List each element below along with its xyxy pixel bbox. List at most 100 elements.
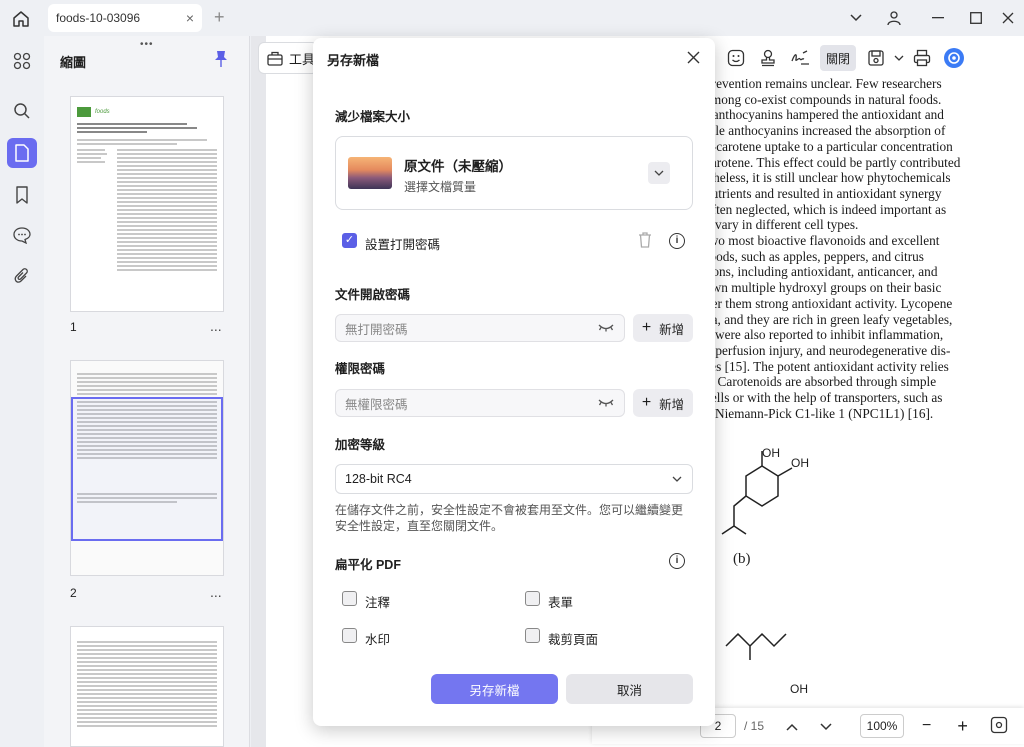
print-icon[interactable] bbox=[906, 42, 938, 74]
top-toolbar: 關閉 bbox=[720, 42, 970, 74]
thumbnails-page-icon[interactable] bbox=[7, 138, 37, 168]
eye-hidden-icon[interactable] bbox=[598, 396, 614, 410]
zoom-out-button[interactable]: − bbox=[922, 717, 931, 735]
page-thumbnail-3[interactable] bbox=[70, 626, 224, 747]
add-permission-password-button[interactable]: + 新增 bbox=[633, 389, 693, 417]
chevron-down-icon[interactable] bbox=[648, 162, 670, 184]
signature-icon[interactable] bbox=[784, 42, 816, 74]
title-bar: foods-10-03096 × + bbox=[0, 0, 1024, 36]
flatten-annotations-checkbox[interactable] bbox=[342, 591, 357, 606]
stamp-icon[interactable] bbox=[752, 42, 784, 74]
tab-title: foods-10-03096 bbox=[56, 11, 141, 25]
dialog-close-icon[interactable] bbox=[687, 48, 700, 69]
panel-grip-handle[interactable]: ••• bbox=[140, 39, 154, 50]
tools-button[interactable]: 工具 bbox=[258, 42, 318, 74]
compression-option-subtitle: 選擇文檔質量 bbox=[404, 180, 477, 194]
home-icon[interactable] bbox=[10, 8, 32, 30]
comment-icon[interactable] bbox=[7, 220, 37, 250]
document-text-line: tions, including antioxidant, anticancer… bbox=[705, 264, 938, 280]
page-thumbnail-1[interactable]: foods bbox=[70, 96, 224, 312]
flatten-watermark-checkbox[interactable] bbox=[342, 628, 357, 643]
page-2-more-button[interactable]: ... bbox=[210, 584, 222, 600]
page-number-1: 1 bbox=[70, 320, 77, 334]
flatten-forms-checkbox[interactable] bbox=[525, 591, 540, 606]
close-window-icon[interactable] bbox=[996, 6, 1020, 30]
flatten-crop-pages-label: 裁剪頁面 bbox=[548, 633, 599, 647]
close-document-button[interactable]: 關閉 bbox=[820, 45, 856, 71]
compression-option-card[interactable]: 原文件（未壓縮） 選擇文檔質量 bbox=[335, 136, 693, 210]
reduce-size-label: 減少檔案大小 bbox=[335, 110, 411, 124]
document-text-line: der them strong antioxidant activity. Ly… bbox=[705, 295, 953, 311]
document-text-line: reperfusion injury, and neurodegenerativ… bbox=[705, 342, 951, 358]
flatten-info-icon[interactable]: i bbox=[669, 553, 685, 569]
document-text-line: y vary in different cell types. bbox=[705, 217, 859, 233]
toolbox-icon bbox=[267, 51, 283, 66]
maximize-icon[interactable] bbox=[964, 6, 988, 30]
set-password-label: 設置打開密碼 bbox=[365, 238, 441, 252]
attachment-icon[interactable] bbox=[7, 262, 37, 292]
eye-hidden-icon[interactable] bbox=[598, 321, 614, 335]
add-label: 新增 bbox=[659, 322, 685, 337]
permission-password-label: 權限密碼 bbox=[335, 362, 386, 376]
previous-page-icon[interactable] bbox=[786, 719, 798, 734]
document-text-line: e. Carotenoids are absorbed through simp… bbox=[705, 374, 937, 390]
user-account-icon[interactable] bbox=[882, 6, 906, 30]
document-text-line: among co-exist compounds in natural food… bbox=[705, 91, 942, 107]
save-as-button[interactable]: 另存新檔 bbox=[431, 674, 558, 704]
document-text-line: two most bioactive flavonoids and excell… bbox=[705, 233, 940, 249]
document-text-line: y were also reported to inhibit inflamma… bbox=[705, 327, 944, 343]
search-icon[interactable] bbox=[7, 96, 37, 126]
document-text-line: na, and they are rich in green leafy veg… bbox=[705, 311, 953, 327]
ai-assistant-icon[interactable] bbox=[938, 42, 970, 74]
zoom-in-button[interactable]: + bbox=[957, 716, 968, 737]
document-text-line: f anthocyanins hampered the antioxidant … bbox=[705, 107, 944, 123]
cancel-button[interactable]: 取消 bbox=[566, 674, 693, 704]
total-pages: / 15 bbox=[744, 719, 765, 733]
sticker-icon[interactable] bbox=[720, 42, 752, 74]
save-icon[interactable] bbox=[860, 42, 892, 74]
zoom-level-input[interactable]: 100% bbox=[860, 714, 905, 738]
encryption-level-select[interactable]: 128-bit RC4 bbox=[335, 464, 693, 494]
flatten-pdf-label: 扁平化 PDF bbox=[335, 558, 401, 572]
thumbnail-panel-title: 縮圖 bbox=[60, 55, 87, 70]
add-label: 新增 bbox=[659, 397, 685, 412]
permission-password-input[interactable]: 無權限密碼 bbox=[335, 389, 625, 417]
trash-icon[interactable] bbox=[637, 231, 653, 252]
chevron-down-icon bbox=[672, 474, 682, 485]
flatten-forms-label: 表單 bbox=[548, 596, 574, 610]
page-thumbnail-2[interactable] bbox=[70, 360, 224, 576]
minimize-icon[interactable] bbox=[926, 6, 950, 30]
bookmark-icon[interactable] bbox=[7, 180, 37, 210]
chevron-down-icon[interactable] bbox=[844, 6, 868, 30]
left-icon-rail bbox=[0, 36, 44, 747]
apps-grid-icon[interactable] bbox=[7, 46, 37, 76]
encryption-level-value: 128-bit RC4 bbox=[345, 472, 412, 486]
next-page-icon[interactable] bbox=[820, 719, 832, 734]
document-text-line: cells or with the help of transporters, … bbox=[705, 390, 943, 406]
document-text-line: carotene. This effect could be partly co… bbox=[705, 154, 961, 170]
password-info-icon[interactable]: i bbox=[669, 233, 685, 249]
save-menu-chevron-icon[interactable] bbox=[892, 42, 906, 74]
document-text-line: prevention remains unclear. Few research… bbox=[705, 76, 942, 91]
dialog-title: 另存新檔 bbox=[327, 53, 380, 68]
figure-label-oh-right: OH bbox=[791, 456, 809, 470]
document-text-line: foods, such as apples, peppers, and citr… bbox=[705, 248, 924, 264]
security-note: 在儲存文件之前，安全性設定不會被套用至文件。您可以繼續變更安全性設定，直至您關閉… bbox=[335, 503, 684, 533]
open-password-label: 文件開啟密碼 bbox=[335, 288, 411, 302]
encryption-level-label: 加密等級 bbox=[335, 438, 386, 452]
flatten-crop-pages-checkbox[interactable] bbox=[525, 628, 540, 643]
document-text-line: β-carotene uptake to a particular concen… bbox=[705, 138, 953, 154]
document-tab[interactable]: foods-10-03096 × bbox=[48, 4, 202, 32]
page-1-more-button[interactable]: ... bbox=[210, 318, 222, 334]
file-preview-image bbox=[348, 157, 392, 189]
pin-icon[interactable] bbox=[214, 50, 228, 71]
open-password-input[interactable]: 無打開密碼 bbox=[335, 314, 625, 342]
set-password-checkbox[interactable]: ✓ bbox=[342, 233, 357, 248]
permission-password-placeholder: 無權限密碼 bbox=[345, 397, 408, 412]
figure-label-oh-top: OH bbox=[762, 446, 780, 460]
fit-page-icon[interactable] bbox=[990, 716, 1008, 737]
add-open-password-button[interactable]: + 新增 bbox=[633, 314, 693, 342]
close-tab-icon[interactable]: × bbox=[186, 10, 194, 26]
flatten-watermark-label: 水印 bbox=[365, 633, 391, 647]
new-tab-button[interactable]: + bbox=[214, 7, 225, 28]
